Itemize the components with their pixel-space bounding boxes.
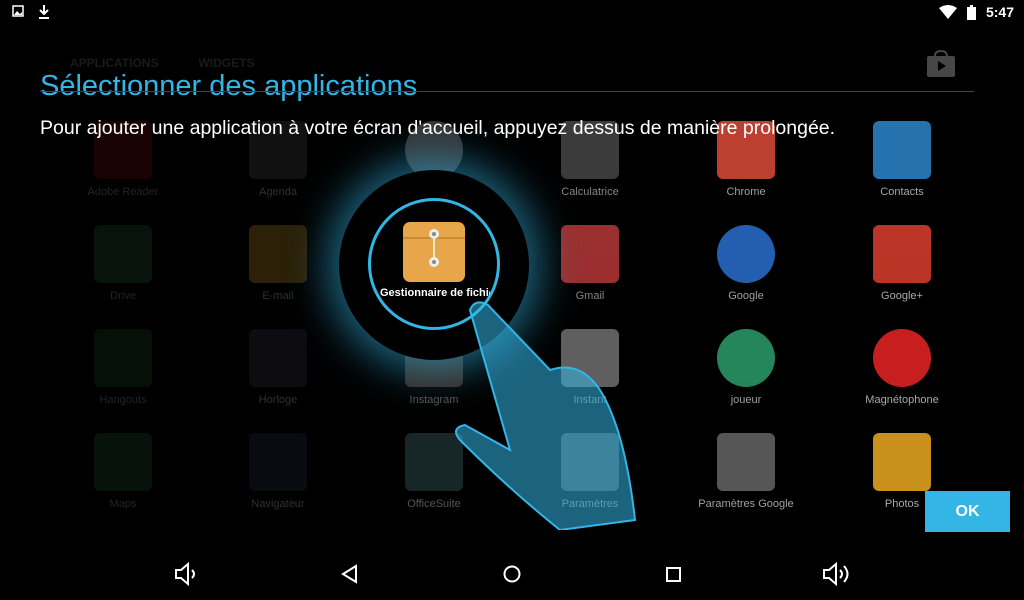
app-item[interactable]: Hangouts xyxy=(48,329,198,406)
app-item[interactable]: Navigateur xyxy=(203,433,353,510)
ok-button[interactable]: OK xyxy=(925,491,1010,532)
home-icon[interactable] xyxy=(502,564,522,584)
app-item[interactable]: joueur xyxy=(671,329,821,406)
app-label: Chrome xyxy=(726,186,766,198)
app-item[interactable]: Maps xyxy=(48,433,198,510)
file-manager-icon[interactable] xyxy=(403,222,465,282)
volume-down-icon[interactable] xyxy=(174,561,200,587)
app-label: Navigateur xyxy=(251,498,305,510)
app-icon xyxy=(249,225,307,283)
app-icon xyxy=(249,329,307,387)
navigation-bar xyxy=(0,561,1024,592)
app-icon xyxy=(873,225,931,283)
app-icon xyxy=(561,225,619,283)
app-label: Maps xyxy=(109,498,137,510)
app-item[interactable]: Paramètres Google xyxy=(671,433,821,510)
app-label: Agenda xyxy=(259,186,297,198)
app-label: Drive xyxy=(110,290,136,302)
app-label: Hangouts xyxy=(99,394,147,406)
battery-icon xyxy=(966,4,976,20)
app-item[interactable]: E-mail xyxy=(203,225,353,302)
app-icon xyxy=(94,225,152,283)
hand-pointer-icon xyxy=(455,301,637,530)
app-icon xyxy=(94,329,152,387)
app-label: joueur xyxy=(730,394,762,406)
app-label: Paramètres Google xyxy=(698,498,794,510)
app-item[interactable]: Magnétophone xyxy=(827,329,977,406)
app-label: E-mail xyxy=(262,290,294,302)
app-icon xyxy=(717,433,775,491)
app-label: Magnétophone xyxy=(865,394,939,406)
back-icon[interactable] xyxy=(340,564,360,584)
app-icon xyxy=(873,433,931,491)
app-icon xyxy=(873,329,931,387)
app-label: Horloge xyxy=(258,394,298,406)
app-item[interactable]: Horloge xyxy=(203,329,353,406)
app-icon xyxy=(249,433,307,491)
app-label: Google+ xyxy=(881,290,923,302)
image-icon xyxy=(12,5,24,17)
clock: 5:47 xyxy=(985,4,1014,20)
download-icon xyxy=(39,5,49,19)
title-divider xyxy=(40,91,974,92)
tab-applications[interactable]: APPLICATIONS xyxy=(70,56,158,70)
app-icon xyxy=(873,121,931,179)
app-label: Google xyxy=(728,290,764,302)
play-store-icon[interactable] xyxy=(926,50,956,78)
app-item[interactable]: Google xyxy=(671,225,821,302)
app-label: Calculatrice xyxy=(561,186,619,198)
app-item[interactable]: Drive xyxy=(48,225,198,302)
app-icon xyxy=(717,329,775,387)
status-bar: 5:47 xyxy=(0,0,1024,26)
recents-icon[interactable] xyxy=(665,566,683,584)
app-icon xyxy=(94,433,152,491)
app-label: Contacts xyxy=(880,186,924,198)
page-title: Sélectionner des applications xyxy=(40,70,418,102)
wifi-icon xyxy=(938,5,957,19)
volume-up-icon[interactable] xyxy=(822,561,852,587)
app-item[interactable]: Contacts xyxy=(827,121,977,198)
tab-widgets[interactable]: WIDGETS xyxy=(198,56,254,70)
app-label: Adobe Reader xyxy=(87,186,159,198)
app-icon xyxy=(717,225,775,283)
instruction-text: Pour ajouter une application à votre écr… xyxy=(40,117,836,139)
app-item[interactable]: Google+ xyxy=(827,225,977,302)
